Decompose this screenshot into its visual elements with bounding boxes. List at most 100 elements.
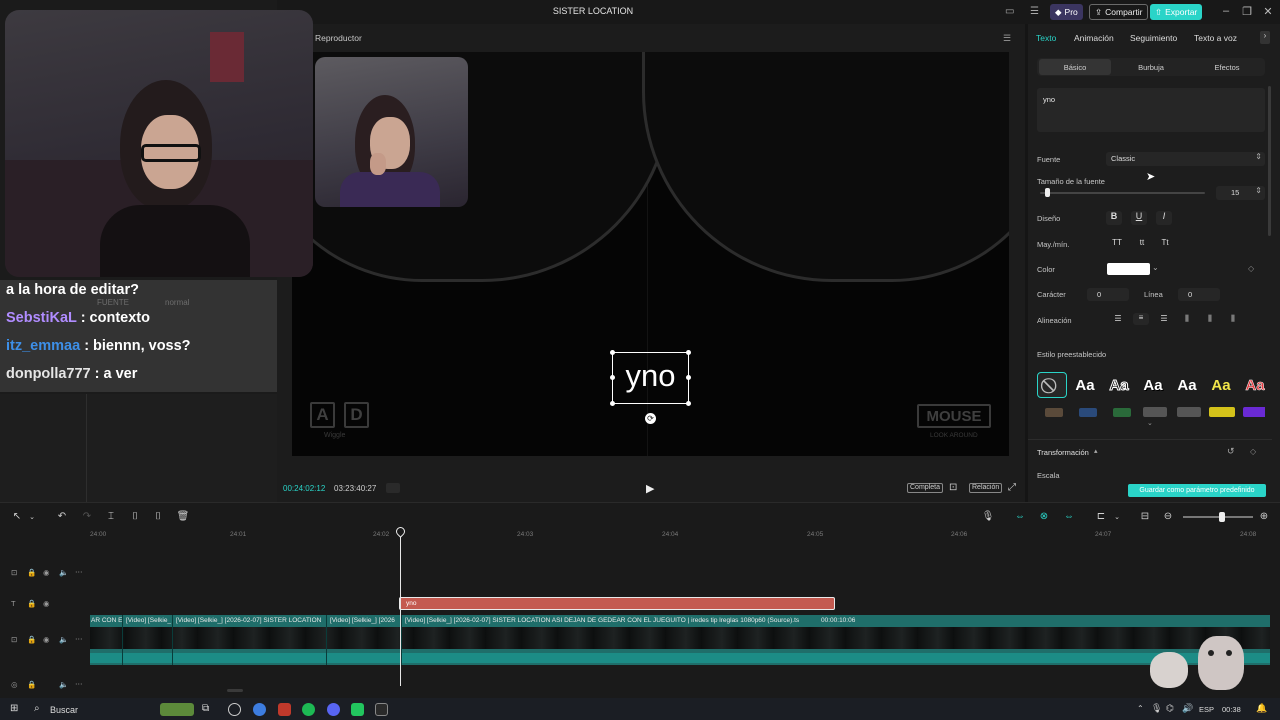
- resize-handle[interactable]: [610, 401, 615, 406]
- preset-none-icon[interactable]: ⃠: [1037, 372, 1067, 398]
- taskbar-search-input[interactable]: Buscar: [50, 705, 78, 715]
- reset-icon[interactable]: ↺: [1227, 446, 1235, 457]
- lock-icon[interactable]: 🔒: [27, 568, 36, 577]
- link-main-track-icon[interactable]: ⇔: [1013, 511, 1027, 522]
- time-ruler[interactable]: [90, 528, 1270, 542]
- zoom-slider-knob[interactable]: [1219, 512, 1225, 522]
- preset-style[interactable]: Aa: [1172, 372, 1202, 398]
- preset-style[interactable]: Aa: [1240, 372, 1270, 398]
- text-clip[interactable]: yno: [399, 597, 835, 610]
- more-icon[interactable]: ⋯: [75, 567, 83, 576]
- mute-icon[interactable]: 🔈: [59, 680, 68, 689]
- timeline-thumb-icon[interactable]: [386, 483, 400, 493]
- bold-button[interactable]: B: [1106, 211, 1122, 225]
- clock[interactable]: 00:38: [1222, 705, 1241, 714]
- subtab-bubble[interactable]: Burbuja: [1115, 63, 1187, 72]
- split-right-icon[interactable]: ⌷: [151, 511, 165, 522]
- more-icon[interactable]: ⋯: [75, 679, 83, 688]
- titlecase-button[interactable]: Tt: [1157, 238, 1173, 247]
- underline-button[interactable]: U: [1131, 211, 1147, 225]
- subtab-basic[interactable]: Básico: [1039, 63, 1111, 72]
- preset-style[interactable]: Aa: [1070, 372, 1100, 398]
- split-left-icon[interactable]: ⌷: [128, 511, 142, 522]
- preview-axis-icon[interactable]: ⊏: [1094, 511, 1108, 522]
- font-size-slider-knob[interactable]: [1045, 188, 1051, 197]
- widgets-icon[interactable]: [160, 703, 194, 716]
- vertical-align-top-icon[interactable]: ⫼: [1179, 314, 1195, 324]
- discord-icon[interactable]: [327, 703, 340, 716]
- volume-icon[interactable]: 🔊: [1182, 703, 1193, 714]
- subtab-effects[interactable]: Efectos: [1191, 63, 1263, 72]
- line-spacing-input[interactable]: 0: [1178, 288, 1220, 301]
- clock-app-icon[interactable]: [228, 703, 241, 716]
- maximize-icon[interactable]: ❐: [1240, 5, 1254, 18]
- preset-style[interactable]: Aa: [1206, 372, 1236, 398]
- vertical-align-middle-icon[interactable]: ⫼: [1202, 314, 1218, 324]
- task-view-icon[interactable]: ⧉: [202, 703, 209, 714]
- eye-icon[interactable]: ◉: [43, 599, 50, 608]
- preset-style[interactable]: Aa: [1138, 372, 1168, 398]
- lock-icon[interactable]: 🔒: [27, 635, 36, 644]
- tab-animation[interactable]: Animación: [1074, 33, 1114, 43]
- font-size-slider[interactable]: [1040, 192, 1205, 194]
- spotify-icon[interactable]: [302, 703, 315, 716]
- resize-handle[interactable]: [686, 375, 691, 380]
- player-menu-icon[interactable]: ☰: [1003, 33, 1011, 44]
- share-button[interactable]: ⇪ Compartir: [1089, 4, 1149, 20]
- chevron-down-icon[interactable]: ⌄: [1110, 513, 1124, 521]
- preset-style[interactable]: Aa: [1104, 372, 1134, 398]
- lock-icon[interactable]: 🔒: [27, 599, 36, 608]
- panel-scrollbar[interactable]: [1268, 86, 1271, 236]
- keyframe-icon[interactable]: ◇: [1248, 264, 1254, 273]
- uppercase-button[interactable]: TT: [1109, 238, 1125, 247]
- windows-start-icon[interactable]: ⊞: [10, 703, 18, 714]
- microphone-icon[interactable]: 🎙: [981, 511, 995, 522]
- vertical-align-bottom-icon[interactable]: ⫼: [1225, 314, 1241, 324]
- chrome-icon[interactable]: [253, 703, 266, 716]
- resize-handle[interactable]: [610, 375, 615, 380]
- tab-text-to-speech[interactable]: Texto a voz: [1194, 33, 1237, 43]
- lock-icon[interactable]: 🔒: [27, 680, 36, 689]
- align-right-icon[interactable]: ☰: [1156, 314, 1172, 323]
- char-spacing-input[interactable]: 0: [1087, 288, 1129, 301]
- text-content-input[interactable]: yno: [1037, 88, 1265, 132]
- align-center-icon[interactable]: ≡: [1133, 313, 1149, 325]
- canvas-text[interactable]: yno: [612, 358, 689, 394]
- export-button[interactable]: ⇧ Exportar: [1150, 4, 1203, 20]
- tab-text[interactable]: Texto: [1036, 33, 1056, 43]
- snapshot-icon[interactable]: ⊡: [949, 482, 957, 493]
- kick-icon[interactable]: [351, 703, 364, 716]
- zoom-slider[interactable]: [1183, 516, 1253, 518]
- video-clip-track[interactable]: AR CON E [Video] [Selkie_ [Video] [Selki…: [90, 615, 1270, 665]
- resize-handle[interactable]: [686, 350, 691, 355]
- fit-icon[interactable]: ⊟: [1138, 511, 1152, 522]
- expand-presets-icon[interactable]: ⌄: [1147, 419, 1153, 427]
- timeline-scrollbar[interactable]: [227, 689, 243, 692]
- tray-chevron-icon[interactable]: ⌃: [1137, 704, 1144, 713]
- undo-icon[interactable]: ↶: [55, 511, 69, 522]
- color-swatch[interactable]: [1107, 263, 1150, 275]
- transform-label[interactable]: Transformación: [1037, 448, 1089, 457]
- minimize-icon[interactable]: –: [1219, 5, 1233, 17]
- resize-handle[interactable]: [686, 401, 691, 406]
- save-preset-button[interactable]: Guardar como parámetro predefinido: [1128, 484, 1266, 497]
- more-icon[interactable]: ⋯: [75, 634, 83, 643]
- notification-icon[interactable]: 🔔: [1256, 703, 1267, 714]
- chevron-down-icon[interactable]: ⌄: [1152, 263, 1159, 272]
- mute-icon[interactable]: 🔈: [59, 568, 68, 577]
- magnet-icon[interactable]: ⊗: [1037, 511, 1051, 522]
- link-icon[interactable]: ⇔: [1062, 511, 1076, 522]
- chevron-down-icon[interactable]: ⌄: [25, 513, 39, 521]
- news-app-icon[interactable]: [278, 703, 291, 716]
- split-icon[interactable]: ⌶: [104, 511, 118, 522]
- redo-icon[interactable]: ↷: [80, 511, 94, 522]
- chevron-right-icon[interactable]: ›: [1260, 31, 1270, 44]
- search-icon[interactable]: ⌕: [34, 703, 40, 714]
- mute-icon[interactable]: 🔈: [59, 635, 68, 644]
- capcut-icon[interactable]: [375, 703, 388, 716]
- rotate-handle-icon[interactable]: ⟳: [645, 413, 656, 424]
- font-size-input[interactable]: 15 ⇕: [1216, 186, 1265, 200]
- eye-icon[interactable]: ◉: [43, 635, 50, 644]
- full-quality-button[interactable]: Completa: [907, 483, 943, 493]
- eye-icon[interactable]: ◉: [43, 568, 50, 577]
